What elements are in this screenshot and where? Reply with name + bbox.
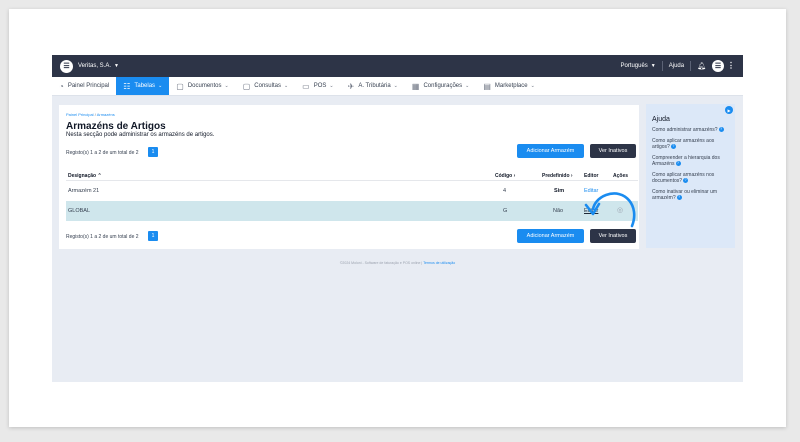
table-row[interactable]: Armazém 21 4 Sim Editar bbox=[66, 181, 638, 201]
menu-item-0[interactable]: ◔ Painel Principal bbox=[52, 77, 116, 95]
help-link[interactable]: Ajuda bbox=[669, 63, 684, 69]
breadcrumb: Painel Principal / Armazéns bbox=[66, 112, 115, 117]
add-warehouse-button[interactable]: Adicionar Armazém bbox=[517, 229, 584, 243]
menu-label: Configurações bbox=[423, 83, 463, 89]
menu-icon: ◔ bbox=[59, 81, 64, 91]
menu-icon: ▤ bbox=[483, 81, 491, 91]
view-inactive-button[interactable]: Ver Inativos bbox=[590, 144, 636, 158]
cell-designacao: GLOBAL bbox=[68, 208, 91, 214]
app-window: ☰ Veritas, S.A. ▼ Português ▼ Ajuda 🔔︎ ☰… bbox=[52, 55, 743, 382]
menu-icon: ▢ bbox=[176, 81, 184, 91]
help-title: Ajuda bbox=[652, 116, 670, 123]
header-codigo[interactable]: Código › bbox=[495, 173, 515, 179]
header-designacao[interactable]: Designação ⌃ bbox=[68, 173, 102, 179]
chevron-down-icon[interactable]: ▼ bbox=[114, 63, 119, 69]
chevron-down-icon: ⌄ bbox=[283, 83, 289, 89]
play-icon[interactable]: ▶ bbox=[725, 106, 733, 114]
breadcrumb-current: Armazéns bbox=[96, 112, 115, 117]
menu-label: POS bbox=[313, 83, 327, 89]
menu-item-3[interactable]: ▢ Consultas ⌄ bbox=[236, 77, 295, 95]
header-predefinido[interactable]: Predefinido › bbox=[542, 173, 573, 179]
chevron-down-icon: ⌄ bbox=[393, 83, 398, 89]
menu-item-6[interactable]: ▦ Configurações ⌄ bbox=[405, 77, 476, 95]
pagination-page-1[interactable]: 1 bbox=[148, 231, 158, 241]
company-logo-icon[interactable]: ☰ bbox=[60, 59, 73, 73]
terms-link[interactable]: Termos de utilização bbox=[423, 261, 455, 265]
language-selector[interactable]: Português bbox=[620, 63, 647, 69]
menu-item-1[interactable]: ☷ Tabelas ⌄ bbox=[116, 77, 170, 95]
cell-predefinido: Sim bbox=[554, 188, 565, 194]
question-icon: ? bbox=[675, 161, 681, 167]
cell-codigo: 4 bbox=[503, 188, 507, 194]
sort-asc-icon: ⌃ bbox=[97, 173, 102, 179]
edit-link[interactable]: Editar bbox=[584, 188, 598, 194]
company-name[interactable]: Veritas, S.A. bbox=[78, 63, 111, 69]
sort-icon: › bbox=[570, 173, 573, 179]
view-inactive-button[interactable]: Ver Inativos bbox=[590, 229, 636, 243]
chevron-down-icon: ⌄ bbox=[329, 83, 334, 89]
footer: ©2024 Moloni - Software de faturação e P… bbox=[52, 261, 743, 265]
cell-predefinido: Não bbox=[553, 208, 564, 214]
chevron-down-icon: ⌄ bbox=[530, 83, 535, 89]
help-item[interactable]: Como aplicar armazéns nos documentos?? bbox=[652, 172, 726, 185]
user-avatar[interactable]: ☰ bbox=[712, 60, 724, 72]
more-options-icon[interactable]: ⋮ bbox=[727, 62, 735, 70]
edit-link[interactable]: Editar bbox=[584, 208, 598, 214]
records-count-bottom: Registo(s) 1 a 2 de um total de 2 bbox=[66, 234, 139, 240]
question-icon: ? bbox=[683, 178, 689, 184]
menu-item-2[interactable]: ▢ Documentos ⌄ bbox=[169, 77, 235, 95]
menu-item-5[interactable]: ✈ A. Tributária ⌄ bbox=[341, 77, 405, 95]
warehouses-panel: Painel Principal / Armazéns Armazéns de … bbox=[59, 105, 639, 249]
add-warehouse-button[interactable]: Adicionar Armazém bbox=[517, 144, 584, 158]
question-icon: ? bbox=[718, 127, 724, 133]
header-acoes: Ações bbox=[613, 173, 629, 179]
help-item[interactable]: Como administrar armazéns?? bbox=[652, 127, 726, 134]
divider bbox=[661, 61, 663, 71]
cell-designacao: Armazém 21 bbox=[68, 188, 100, 194]
menu-label: Documentos bbox=[187, 83, 222, 89]
header-editor: Editor bbox=[584, 173, 599, 179]
bell-icon[interactable]: 🔔︎ bbox=[697, 62, 706, 70]
menu-label: Consultas bbox=[254, 83, 281, 89]
menu-item-7[interactable]: ▤ Marketplace ⌄ bbox=[476, 77, 541, 95]
chevron-down-icon: ⌄ bbox=[465, 83, 470, 89]
chevron-down-icon: ⌄ bbox=[158, 83, 163, 89]
question-icon: ? bbox=[670, 144, 676, 150]
help-item[interactable]: Como aplicar armazéns aos artigos?? bbox=[652, 138, 726, 151]
help-list: Como administrar armazéns?? Como aplicar … bbox=[652, 127, 726, 206]
page-subtitle: Nesta secção pode administrar os armazén… bbox=[66, 132, 215, 138]
chevron-down-icon[interactable]: ▼ bbox=[651, 63, 656, 69]
divider bbox=[690, 61, 692, 71]
records-count-top: Registo(s) 1 a 2 de um total de 2 bbox=[66, 150, 139, 156]
question-icon: ? bbox=[676, 195, 682, 201]
top-right-controls: Português ▼ Ajuda 🔔︎ ☰ ⋮ bbox=[620, 60, 735, 72]
breadcrumb-separator: / bbox=[94, 112, 96, 117]
menu-label: Painel Principal bbox=[67, 83, 110, 89]
help-item[interactable]: Como inativar ou eliminar um armazém?? bbox=[652, 189, 726, 202]
table-row[interactable]: GLOBAL G Não Editar ◎ bbox=[66, 201, 638, 221]
help-item[interactable]: Compreender a hierarquia dos Armazéns? bbox=[652, 155, 726, 168]
table-header: Designação ⌃ Código › Predefinido › Edit… bbox=[66, 169, 638, 181]
menu-icon: ☷ bbox=[123, 81, 131, 91]
main-menu: ◔ Painel Principal ☷ Tabelas ⌄ ▢ Documentos ⌄ ▢ C… bbox=[52, 77, 743, 96]
top-bar: ☰ Veritas, S.A. ▼ Português ▼ Ajuda 🔔︎ ☰… bbox=[52, 55, 743, 77]
help-sidebar: ▶ Ajuda Como administrar armazéns?? Como … bbox=[646, 104, 735, 248]
menu-icon: ✈ bbox=[347, 81, 355, 91]
menu-icon: ▢ bbox=[242, 81, 251, 91]
sort-icon: › bbox=[513, 173, 516, 179]
chevron-down-icon: ⌄ bbox=[224, 83, 229, 89]
menu-label: A. Tributária bbox=[358, 83, 391, 89]
footer-text: ©2024 Moloni - Software de faturação e P… bbox=[339, 261, 423, 265]
page-title: Armazéns de Artigos bbox=[66, 121, 166, 132]
pagination-page-1[interactable]: 1 bbox=[148, 147, 158, 157]
menu-label: Marketplace bbox=[494, 83, 528, 89]
menu-item-4[interactable]: ▭ POS ⌄ bbox=[295, 77, 340, 95]
menu-icon: ▦ bbox=[411, 81, 420, 91]
menu-label: Tabelas bbox=[134, 83, 156, 89]
menu-icon: ▭ bbox=[302, 81, 310, 91]
cell-codigo: G bbox=[503, 208, 508, 214]
eye-slash-icon[interactable]: ◎ bbox=[617, 206, 623, 214]
breadcrumb-home[interactable]: Painel Principal bbox=[66, 112, 94, 117]
